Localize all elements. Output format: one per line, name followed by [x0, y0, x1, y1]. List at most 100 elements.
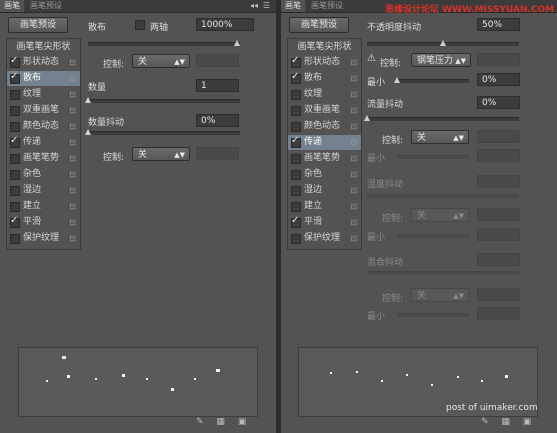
list-item[interactable]: ✓ 散布 ⊡ [288, 71, 361, 86]
item-checkbox[interactable]: ✓ [10, 215, 20, 228]
lock-icon[interactable]: ⊡ [69, 170, 76, 179]
item-checkbox[interactable] [10, 170, 20, 180]
count-jitter-slider-track[interactable] [88, 131, 240, 135]
control-select-1[interactable]: 钢笔压力 ▲▼ [411, 53, 471, 67]
flow-jitter-slider-track[interactable] [367, 117, 519, 121]
lock-icon[interactable]: ⊡ [350, 154, 357, 163]
list-item[interactable]: 建立 ⊡ [7, 199, 80, 214]
list-item[interactable]: 双重画笔 ⊡ [7, 103, 80, 118]
item-checkbox[interactable] [291, 186, 301, 196]
list-header-tip-shape[interactable]: 画笔笔尖形状 [7, 40, 80, 54]
tab-brush[interactable]: 画笔 [0, 0, 24, 12]
lock-icon[interactable]: ⊡ [69, 234, 76, 243]
lock-icon[interactable]: ⊡ [350, 90, 357, 99]
list-item[interactable]: 画笔笔势 ⊡ [288, 151, 361, 166]
lock-icon[interactable]: ⊡ [350, 106, 357, 115]
control-select-1[interactable]: 关 ▲▼ [132, 54, 190, 68]
lock-icon[interactable]: ⊡ [69, 154, 76, 163]
count-slider-track[interactable] [88, 99, 240, 103]
list-item[interactable]: ✓ 平滑 ⊡ [7, 215, 80, 230]
item-checkbox[interactable] [291, 154, 301, 164]
lock-icon[interactable]: ⊡ [69, 74, 76, 83]
count-jitter-value-field[interactable]: 0% [196, 114, 239, 127]
lock-icon[interactable]: ⊡ [69, 58, 76, 67]
count-value-field[interactable]: 1 [196, 79, 239, 92]
opacity-jitter-value-field[interactable]: 50% [477, 18, 520, 31]
brush-presets-button[interactable]: 画笔预设 [8, 17, 68, 33]
item-checkbox[interactable] [10, 234, 20, 244]
lock-icon[interactable]: ⊡ [69, 186, 76, 195]
grid-icon[interactable]: ▦ [501, 417, 510, 427]
lock-icon[interactable]: ⊡ [69, 202, 76, 211]
list-header-tip-shape[interactable]: 画笔笔尖形状 [288, 40, 361, 54]
lock-icon[interactable]: ⊡ [69, 138, 76, 147]
opacity-jitter-slider-knob[interactable] [440, 40, 446, 46]
new-preset-icon[interactable]: ▣ [523, 417, 532, 427]
scatter-value-field[interactable]: 1000% [196, 18, 254, 31]
list-item[interactable]: ✓ 传递 ⊡ [7, 135, 80, 150]
brush-presets-button[interactable]: 画笔预设 [289, 17, 349, 33]
min-value-field-1[interactable]: 0% [477, 73, 520, 86]
item-checkbox[interactable] [10, 106, 20, 116]
list-item[interactable]: ✓ 形状动态 ⊡ [7, 55, 80, 70]
list-item[interactable]: ✓ 传递 ⊡ [288, 135, 361, 150]
lock-icon[interactable]: ⊡ [350, 74, 357, 83]
item-checkbox[interactable]: ✓ [10, 55, 20, 68]
list-item[interactable]: 纹理 ⊡ [288, 87, 361, 102]
list-item[interactable]: 保护纹理 ⊡ [7, 231, 80, 246]
list-item[interactable]: 杂色 ⊡ [288, 167, 361, 182]
brush-toggle-icon[interactable]: ✎ [481, 417, 489, 427]
tab-brush-presets[interactable]: 画笔预设 [26, 0, 66, 12]
item-checkbox[interactable]: ✓ [291, 135, 301, 148]
count-jitter-slider-knob[interactable] [85, 129, 91, 135]
item-checkbox[interactable] [10, 90, 20, 100]
lock-icon[interactable]: ⊡ [69, 106, 76, 115]
lock-icon[interactable]: ⊡ [350, 186, 357, 195]
item-checkbox[interactable] [291, 234, 301, 244]
list-item[interactable]: 湿边 ⊡ [7, 183, 80, 198]
item-checkbox[interactable]: ✓ [291, 71, 301, 84]
item-checkbox[interactable] [10, 186, 20, 196]
lock-icon[interactable]: ⊡ [350, 138, 357, 147]
item-checkbox[interactable]: ✓ [291, 55, 301, 68]
lock-icon[interactable]: ⊡ [69, 122, 76, 131]
item-checkbox[interactable] [10, 122, 20, 132]
item-checkbox[interactable] [10, 154, 20, 164]
list-item[interactable]: 建立 ⊡ [288, 199, 361, 214]
list-item[interactable]: 颜色动态 ⊡ [288, 119, 361, 134]
list-item[interactable]: ✓ 平滑 ⊡ [288, 215, 361, 230]
list-item[interactable]: ✓ 散布 ⊡ [7, 71, 80, 86]
list-item[interactable]: 杂色 ⊡ [7, 167, 80, 182]
panel-menu-icon[interactable]: ☰ [263, 0, 270, 12]
item-checkbox[interactable]: ✓ [291, 215, 301, 228]
lock-icon[interactable]: ⊡ [350, 58, 357, 67]
two-axis-checkbox[interactable] [135, 20, 145, 30]
item-checkbox[interactable] [291, 106, 301, 116]
lock-icon[interactable]: ⊡ [350, 218, 357, 227]
list-item[interactable]: 画笔笔势 ⊡ [7, 151, 80, 166]
item-checkbox[interactable]: ✓ [10, 71, 20, 84]
list-item[interactable]: 纹理 ⊡ [7, 87, 80, 102]
new-preset-icon[interactable]: ▣ [238, 417, 247, 427]
list-item[interactable]: 保护纹理 ⊡ [288, 231, 361, 246]
lock-icon[interactable]: ⊡ [350, 122, 357, 131]
item-checkbox[interactable] [10, 202, 20, 212]
item-checkbox[interactable] [291, 90, 301, 100]
control-select-2[interactable]: 关 ▲▼ [411, 130, 469, 144]
lock-icon[interactable]: ⊡ [69, 218, 76, 227]
scatter-slider-track[interactable] [88, 42, 240, 46]
tab-brush[interactable]: 画笔 [281, 0, 305, 12]
tab-brush-presets[interactable]: 画笔预设 [307, 0, 347, 12]
flow-jitter-value-field[interactable]: 0% [477, 96, 520, 109]
control-select-2[interactable]: 关 ▲▼ [132, 147, 190, 161]
list-item[interactable]: 颜色动态 ⊡ [7, 119, 80, 134]
item-checkbox[interactable] [291, 122, 301, 132]
brush-toggle-icon[interactable]: ✎ [196, 417, 204, 427]
list-item[interactable]: 双重画笔 ⊡ [288, 103, 361, 118]
lock-icon[interactable]: ⊡ [350, 170, 357, 179]
item-checkbox[interactable] [291, 202, 301, 212]
min-slider-track-1[interactable] [397, 79, 469, 83]
list-item[interactable]: 湿边 ⊡ [288, 183, 361, 198]
count-slider-knob[interactable] [85, 97, 91, 103]
item-checkbox[interactable] [291, 170, 301, 180]
